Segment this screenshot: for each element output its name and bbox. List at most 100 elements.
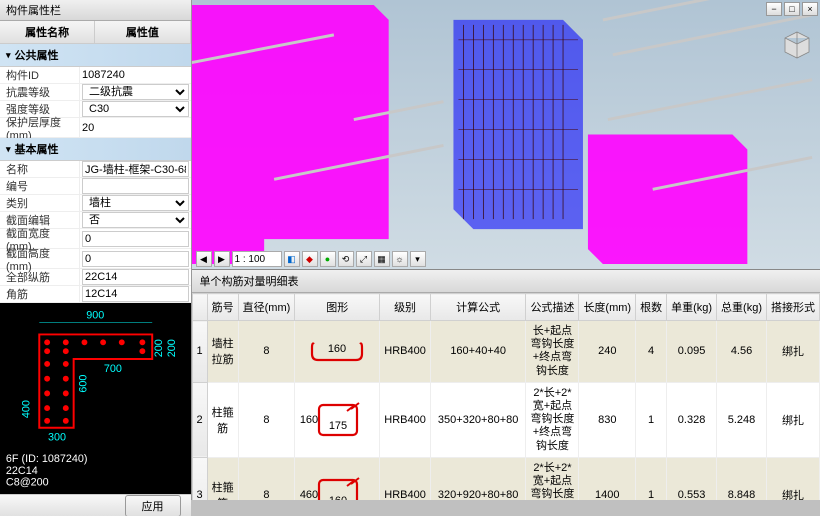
cell-tw: 5.248	[717, 382, 767, 457]
cell-shape: 460160	[295, 457, 380, 500]
cell-conn: 绑扎	[767, 382, 820, 457]
svg-text:6F (ID: 1087240): 6F (ID: 1087240)	[6, 453, 88, 465]
col-name: 属性名称	[0, 21, 95, 43]
restore-button[interactable]: □	[784, 2, 800, 16]
svg-text:200: 200	[153, 339, 165, 357]
property-panel: 构件属性栏 属性名称 属性值 公共属性 构件ID1087240 抗震等级二级抗震…	[0, 0, 192, 500]
prop-label: 编号	[0, 178, 80, 194]
viewcube[interactable]	[782, 30, 812, 60]
col-header[interactable]	[192, 294, 207, 321]
prop-label: 构件ID	[0, 67, 80, 83]
seismic-select[interactable]: 二级抗震	[82, 84, 189, 100]
cell-name: 柱箍筋	[207, 457, 238, 500]
viewport-toolbar: ◀ ▶ ◧ ◆ ● ⟲ ⤢ ▦ ☼ ▾	[196, 251, 426, 267]
cell-len: 1400	[579, 457, 636, 500]
svg-text:900: 900	[86, 310, 104, 322]
window-controls: − □ ×	[766, 2, 818, 16]
cell-dia: 8	[238, 457, 295, 500]
col-header[interactable]: 计算公式	[430, 294, 526, 321]
section-basic[interactable]: 基本属性	[0, 138, 191, 161]
prop-label: 角筋	[0, 286, 80, 302]
tool-icon[interactable]: ◧	[284, 251, 300, 267]
prop-label: 全部纵筋	[0, 269, 80, 285]
tool-icon[interactable]: ⟲	[338, 251, 354, 267]
height-input[interactable]	[82, 251, 189, 267]
cell-cnt: 1	[636, 457, 667, 500]
grid-tab[interactable]: 单个构筋对量明细表	[192, 270, 820, 293]
cell-calc: 350+320+80+80	[430, 382, 526, 457]
tool-icon[interactable]: ☼	[392, 251, 408, 267]
tool-icon[interactable]: ●	[320, 251, 336, 267]
cell-uw: 0.095	[667, 321, 717, 383]
cell-uw: 0.553	[667, 457, 717, 500]
name-input[interactable]	[82, 161, 189, 177]
table-row[interactable]: 1 墙柱拉筋 8 160 HRB400 160+40+40 长+起点弯钩长度+终…	[192, 321, 820, 383]
col-header[interactable]: 单重(kg)	[667, 294, 717, 321]
tool-icon[interactable]: ◆	[302, 251, 318, 267]
section-preview[interactable]: 900 700 300 400 600 200 200 6F (ID: 1087…	[0, 303, 191, 494]
col-header[interactable]: 级别	[380, 294, 431, 321]
cell-tw: 8.848	[717, 457, 767, 500]
cell-uw: 0.328	[667, 382, 717, 457]
col-header[interactable]: 根数	[636, 294, 667, 321]
svg-text:200: 200	[166, 339, 178, 357]
col-header[interactable]: 长度(mm)	[579, 294, 636, 321]
cell-grade: HRB400	[380, 321, 431, 383]
cat-select[interactable]: 墙柱	[82, 195, 189, 211]
col-value: 属性值	[95, 21, 190, 43]
cell-desc: 2*长+2*宽+起点弯钩长度+终点弯钩长度	[526, 382, 579, 457]
cell-desc: 长+起点弯钩长度+终点弯钩长度	[526, 321, 579, 383]
col-header[interactable]: 直径(mm)	[238, 294, 295, 321]
col-header[interactable]: 公式描述	[526, 294, 579, 321]
strength-select[interactable]: C30	[82, 101, 189, 117]
cell-grade: HRB400	[380, 382, 431, 457]
col-header[interactable]: 图形	[295, 294, 380, 321]
cell-cnt: 1	[636, 382, 667, 457]
svg-text:160: 160	[300, 414, 318, 426]
tool-icon[interactable]: ▦	[374, 251, 390, 267]
apply-button[interactable]: 应用	[125, 495, 181, 516]
cell-calc: 320+920+80+80	[430, 457, 526, 500]
corner-input[interactable]	[82, 286, 189, 302]
col-header[interactable]: 总重(kg)	[717, 294, 767, 321]
table-row[interactable]: 3 柱箍筋 8 460160 HRB400 320+920+80+80 2*长+…	[192, 457, 820, 500]
scale-input[interactable]	[232, 251, 282, 267]
right-area: − □ × ◀ ▶	[192, 0, 820, 500]
cell-conn: 绑扎	[767, 457, 820, 500]
panel-title: 构件属性栏	[0, 0, 191, 21]
apply-bar: 应用	[0, 494, 191, 516]
cell-conn: 绑扎	[767, 321, 820, 383]
cell-len: 830	[579, 382, 636, 457]
svg-text:160: 160	[328, 343, 346, 355]
cell-name: 墙柱拉筋	[207, 321, 238, 383]
num-input[interactable]	[82, 178, 189, 194]
prop-value: 1087240	[82, 69, 125, 81]
section-public[interactable]: 公共属性	[0, 44, 191, 67]
width-input[interactable]	[82, 231, 189, 247]
nav-left-icon[interactable]: ◀	[196, 251, 212, 267]
svg-text:460: 460	[300, 489, 318, 500]
cell-name: 柱箍筋	[207, 382, 238, 457]
prop-value: 20	[82, 122, 94, 134]
rebar-grid[interactable]: 筋号直径(mm)图形级别计算公式公式描述长度(mm)根数单重(kg)总重(kg)…	[192, 293, 820, 500]
col-header[interactable]: 搭接形式	[767, 294, 820, 321]
cell-shape: 160175	[295, 382, 380, 457]
close-button[interactable]: ×	[802, 2, 818, 16]
tool-icon[interactable]: ⤢	[356, 251, 372, 267]
3d-viewport[interactable]: − □ × ◀ ▶	[192, 0, 820, 270]
table-row[interactable]: 2 柱箍筋 8 160175 HRB400 350+320+80+80 2*长+…	[192, 382, 820, 457]
svg-text:600: 600	[77, 375, 89, 393]
prop-label: 类别	[0, 195, 80, 211]
tool-icon[interactable]: ▾	[410, 251, 426, 267]
svg-text:22C14: 22C14	[6, 465, 38, 477]
col-header[interactable]: 筋号	[207, 294, 238, 321]
allbar-input[interactable]	[82, 269, 189, 285]
cell-shape: 160	[295, 321, 380, 383]
model-view	[192, 0, 820, 269]
cell-dia: 8	[238, 321, 295, 383]
minimize-button[interactable]: −	[766, 2, 782, 16]
nav-right-icon[interactable]: ▶	[214, 251, 230, 267]
cell-cnt: 4	[636, 321, 667, 383]
prop-label: 名称	[0, 161, 80, 177]
secedit-select[interactable]: 否	[82, 212, 189, 228]
